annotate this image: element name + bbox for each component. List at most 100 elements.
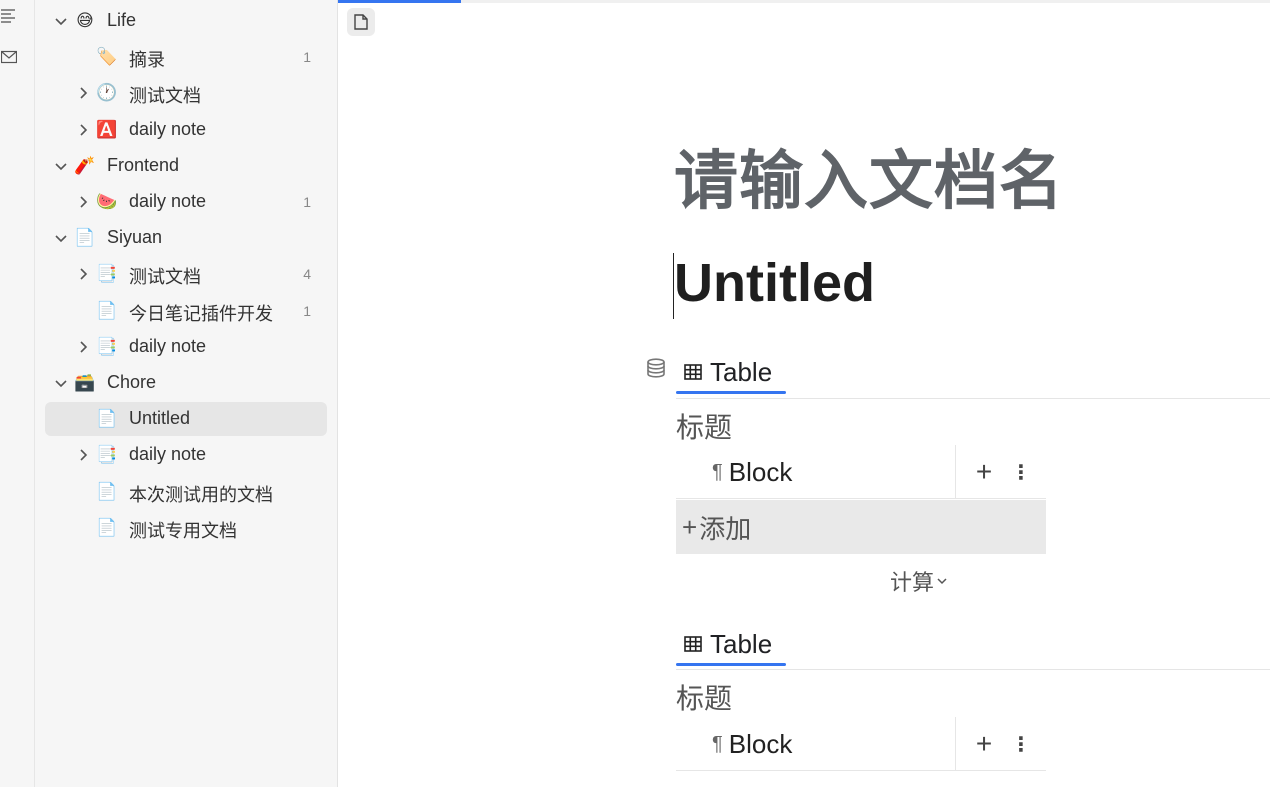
calculate-label: 计算 (890, 570, 935, 595)
tree-item[interactable]: 🧨 Frontend (45, 149, 327, 183)
tree-item[interactable]: 🗃️ Chore (45, 366, 327, 400)
chevron-down-icon[interactable] (52, 12, 70, 30)
chevron-right-icon[interactable] (74, 338, 92, 356)
table-icon (684, 636, 702, 652)
doc-emoji-icon[interactable]: 🍉 (96, 191, 118, 213)
add-row-button[interactable]: + 添加 (676, 500, 1046, 554)
column-header-block[interactable]: ¶ Block (676, 445, 956, 499)
tree-item-label: daily note (129, 335, 207, 356)
doc-emoji-icon[interactable]: 📄 (96, 517, 118, 539)
chevron-down-icon[interactable] (52, 157, 70, 175)
doc-emoji-icon[interactable]: 🗃️ (74, 372, 96, 394)
doc-emoji-icon[interactable]: 📄 (74, 227, 96, 249)
doc-emoji-icon[interactable]: 📄 (96, 300, 118, 322)
column-header-label: Block (728, 456, 793, 487)
editor-area: 请输入文档名 Untitled Table 标题 ¶ Block + ⋮ + 添… (338, 0, 1270, 787)
database-title[interactable]: 标题 (676, 677, 732, 717)
inbox-icon[interactable] (0, 48, 18, 66)
doc-emoji-icon[interactable]: 📄 (96, 408, 118, 430)
more-options-icon[interactable]: ⋮ (1011, 457, 1031, 487)
tree-item[interactable]: 📄 今日笔记插件开发 1 (45, 294, 327, 328)
add-column-button[interactable]: + (969, 456, 999, 487)
tree-item[interactable]: 📑 daily note (45, 330, 327, 364)
file-icon (354, 14, 368, 30)
tree-item[interactable]: 🅰️ daily note (45, 113, 327, 147)
column-header-block[interactable]: ¶ Block (676, 717, 956, 771)
chevron-right-icon[interactable] (74, 265, 92, 283)
doc-emoji-icon[interactable]: 🏷️ (96, 46, 118, 68)
active-tab-indicator (676, 391, 786, 394)
chevron-down-icon (937, 578, 947, 585)
tree-item-label: daily note (129, 118, 207, 139)
heading-block[interactable]: Untitled (674, 252, 875, 314)
doc-emoji-icon[interactable]: 😅 (74, 10, 96, 32)
doc-emoji-icon[interactable]: 🕐 (96, 82, 118, 104)
calculate-dropdown[interactable]: 计算 (890, 565, 948, 597)
doc-emoji-icon[interactable]: 🅰️ (96, 119, 118, 141)
more-options-icon[interactable]: ⋮ (1011, 729, 1031, 759)
tree-item-label: 测试文档 (129, 86, 201, 107)
tree-item-label: Frontend (107, 154, 180, 175)
tree-item-label: 今日笔记插件开发 (129, 303, 273, 324)
table-header-row: ¶ Block + ⋮ (676, 717, 1046, 771)
tree-item[interactable]: 📄 Siyuan (45, 221, 327, 255)
add-column-button[interactable]: + (969, 728, 999, 759)
add-row-label: 添加 (699, 513, 752, 544)
tree-item[interactable]: 📑 测试文档 4 (45, 257, 327, 291)
left-rail (0, 0, 35, 787)
tree-item-label: Life (107, 10, 137, 30)
chevron-right-icon[interactable] (74, 446, 92, 464)
tree-item-label: Siyuan (107, 227, 163, 248)
plus-icon: + (682, 511, 698, 542)
tree-item[interactable]: 🕐 测试文档 (45, 76, 327, 110)
tree-item[interactable]: 📄 本次测试用的文档 (45, 475, 327, 509)
doc-emoji-icon[interactable]: 📄 (96, 481, 118, 503)
tree-item[interactable]: 🍉 daily note 1 (45, 185, 327, 219)
tree-item-label: 本次测试用的文档 (129, 484, 273, 505)
column-header-label: Block (728, 728, 793, 759)
tree-item-count: 4 (303, 266, 311, 283)
tree-item-count: 1 (303, 49, 311, 66)
progress-fill (338, 0, 461, 3)
chevron-down-icon[interactable] (52, 374, 70, 392)
tree-item-label: 摘录 (129, 50, 165, 71)
tree-item[interactable]: 😅 Life (45, 4, 327, 38)
tree-item-label: 测试文档 (129, 267, 201, 288)
database-icon[interactable] (646, 358, 666, 378)
view-tab-label: Table (710, 356, 773, 387)
tree-item-label: 测试专用文档 (129, 520, 237, 541)
chevron-right-icon[interactable] (74, 121, 92, 139)
doc-emoji-icon[interactable]: 📑 (96, 336, 118, 358)
tree-item-label: daily note (129, 191, 207, 211)
outline-icon[interactable] (0, 6, 18, 24)
tree-item-count: 1 (303, 194, 311, 210)
view-tab-table[interactable]: Table (676, 624, 786, 666)
divider (676, 398, 1270, 399)
active-tab-indicator (676, 663, 786, 666)
chevron-down-icon[interactable] (52, 229, 70, 247)
chevron-right-icon[interactable] (74, 193, 92, 211)
database-title[interactable]: 标题 (676, 406, 732, 446)
paragraph-icon: ¶ (712, 732, 723, 755)
tree-item[interactable]: 🏷️ 摘录 1 (45, 40, 327, 74)
view-tab-label: Table (710, 628, 773, 659)
view-tab-table[interactable]: Table (676, 352, 786, 394)
doc-icon-button[interactable] (347, 8, 375, 36)
table-header-row: ¶ Block + ⋮ (676, 445, 1046, 499)
tree-item[interactable]: 📄 Untitled (45, 402, 327, 437)
table-icon (684, 364, 702, 380)
tree-item-label: Untitled (129, 408, 191, 429)
tree-item-count: 1 (303, 302, 311, 319)
doc-tree-sidebar: 😅 Life 🏷️ 摘录 1 🕐 测试文档 🅰️ daily note 🧨 Frontend 🍉 dai… (35, 0, 338, 787)
paragraph-icon: ¶ (712, 460, 723, 483)
chevron-right-icon[interactable] (74, 84, 92, 102)
doc-emoji-icon[interactable]: 📑 (96, 444, 118, 466)
doc-title[interactable]: 请输入文档名 (674, 130, 1064, 222)
doc-emoji-icon[interactable]: 📑 (96, 263, 118, 285)
tree-item[interactable]: 📑 daily note (45, 438, 327, 472)
tree-item[interactable]: 📄 测试专用文档 (45, 511, 327, 545)
doc-emoji-icon[interactable]: 🧨 (74, 155, 96, 177)
tree-item-label: Chore (107, 372, 157, 392)
tree-item-label: daily note (129, 444, 207, 465)
progress-bar (338, 0, 1270, 3)
